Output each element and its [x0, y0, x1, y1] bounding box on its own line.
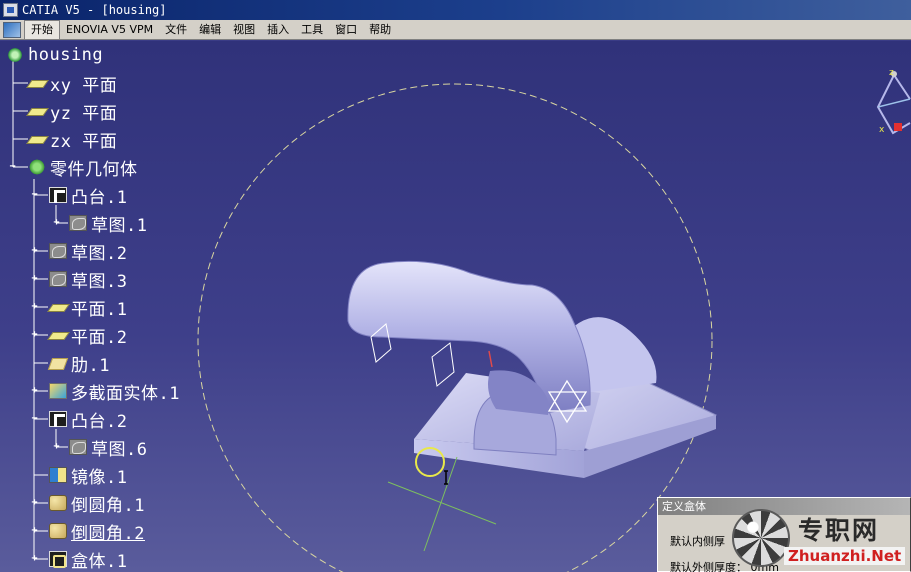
tree-item-label: yz 平面	[50, 103, 118, 124]
tree-expand-sketch-2[interactable]: +	[30, 246, 39, 256]
tree-item-plane-2[interactable]: 平面.2	[49, 324, 128, 348]
tree-collapse-pad-1[interactable]: −	[30, 190, 39, 200]
tree-item-sketch-2[interactable]: 草图.2	[49, 240, 128, 264]
tree-item-xy-plane[interactable]: xy 平面	[28, 72, 118, 96]
sketch-icon	[49, 243, 67, 259]
tree-item-label: 草图.2	[71, 243, 128, 264]
tree-item-label: 倒圆角.1	[71, 495, 145, 516]
tree-item-label: 草图.1	[91, 215, 148, 236]
tree-item-fillet-2[interactable]: 倒圆角.2	[49, 520, 145, 544]
menu-start[interactable]: 开始	[24, 19, 60, 40]
tree-item-label: 零件几何体	[50, 159, 138, 180]
tree-item-plane-1[interactable]: 平面.1	[49, 296, 128, 320]
tree-item-label: 草图.3	[71, 271, 128, 292]
tree-expand-fillet-2[interactable]: +	[30, 526, 39, 536]
origin-cross	[387, 456, 497, 552]
tree-item-label: 肋.1	[71, 355, 110, 376]
tree-item-sketch-6[interactable]: 草图.6	[69, 436, 148, 460]
rib-icon	[49, 355, 67, 371]
tree-root-housing[interactable]: housing	[6, 44, 103, 66]
catia-app-icon	[3, 3, 18, 17]
tree-item-label: xy 平面	[50, 75, 118, 96]
plane-icon	[49, 299, 67, 315]
fillet-icon	[49, 523, 67, 539]
menu-window[interactable]: 窗口	[329, 21, 363, 39]
multi-section-solid-icon	[49, 383, 67, 399]
3d-viewport[interactable]: z x housing xy 平面 yz 平面 zx 平面 − 零件几何体 − …	[0, 41, 911, 572]
menu-help[interactable]: 帮助	[363, 21, 397, 39]
specification-tree: housing xy 平面 yz 平面 zx 平面 − 零件几何体 − 凸台.1…	[0, 41, 230, 572]
tree-expand-sketch-1[interactable]: +	[52, 218, 61, 228]
fillet-icon	[49, 495, 67, 511]
tree-item-label: 平面.1	[71, 299, 128, 320]
window-titlebar[interactable]: CATIA V5 - [housing]	[0, 0, 911, 20]
tree-item-label: 倒圆角.2	[71, 523, 145, 544]
tree-item-pad-2[interactable]: 凸台.2	[49, 408, 128, 432]
tree-item-sketch-3[interactable]: 草图.3	[49, 268, 128, 292]
compass-x-label: x	[879, 125, 885, 135]
pad-icon	[49, 187, 67, 203]
plane-icon	[49, 327, 67, 343]
tree-item-label: 草图.6	[91, 439, 148, 460]
document-menu-icon[interactable]	[3, 21, 21, 38]
menu-file[interactable]: 文件	[159, 21, 193, 39]
tree-item-yz-plane[interactable]: yz 平面	[28, 100, 118, 124]
tree-expand-sketch-3[interactable]: +	[30, 274, 39, 284]
tree-item-label: zx 平面	[50, 131, 118, 152]
tree-root-label: housing	[28, 45, 104, 65]
watermark-text-cn: 专职网	[798, 516, 880, 545]
tree-item-label: 盒体.1	[71, 551, 128, 572]
compass-icon[interactable]	[876, 71, 911, 135]
tree-item-label: 凸台.1	[71, 187, 128, 208]
tree-item-mirror-1[interactable]: 镜像.1	[49, 464, 128, 488]
mouse-cursor-icon	[444, 470, 448, 485]
pad-icon	[49, 411, 67, 427]
menu-view[interactable]: 视图	[227, 21, 261, 39]
shell-icon	[49, 551, 67, 568]
tree-item-pad-1[interactable]: 凸台.1	[49, 184, 128, 208]
menu-tools[interactable]: 工具	[295, 21, 329, 39]
compass-z-label: z	[889, 68, 894, 78]
tree-expand-shell-1[interactable]: +	[30, 554, 39, 564]
tree-collapse-part-body[interactable]: −	[8, 162, 17, 172]
tree-item-fillet-1[interactable]: 倒圆角.1	[49, 492, 145, 516]
tree-expand-fillet-1[interactable]: +	[30, 498, 39, 508]
menu-edit[interactable]: 编辑	[193, 21, 227, 39]
red-sketch-marker	[488, 350, 493, 368]
part-root-icon	[6, 47, 24, 63]
tree-item-multi-section-solid-1[interactable]: 多截面实体.1	[49, 380, 180, 404]
sketch-icon	[49, 271, 67, 287]
tree-item-label: 多截面实体.1	[71, 383, 180, 404]
plane-icon	[28, 103, 46, 119]
plane-icon	[28, 75, 46, 91]
window-title: CATIA V5 - [housing]	[22, 3, 167, 17]
tree-item-part-body[interactable]: 零件几何体	[28, 156, 138, 180]
tree-item-label: 平面.2	[71, 327, 128, 348]
tree-item-shell-1[interactable]: 盒体.1	[49, 548, 128, 572]
datum-plane-2	[431, 342, 455, 387]
tree-item-zx-plane[interactable]: zx 平面	[28, 128, 118, 152]
mirror-icon	[49, 467, 67, 483]
menu-enovia[interactable]: ENOVIA V5 VPM	[60, 21, 159, 39]
soccer-ball-logo-icon	[732, 509, 790, 567]
tree-item-rib-1[interactable]: 肋.1	[49, 352, 110, 376]
watermark-text-en: Zhuanzhi.Net	[784, 547, 906, 565]
sketch-icon	[69, 215, 87, 231]
tree-item-sketch-1[interactable]: 草图.1	[69, 212, 148, 236]
tree-item-label: 凸台.2	[71, 411, 128, 432]
tree-expand-plane-2[interactable]: +	[30, 330, 39, 340]
menu-bar: 开始 ENOVIA V5 VPM 文件 编辑 视图 插入 工具 窗口 帮助	[0, 19, 911, 40]
default-inner-thickness-label: 默认内侧厚	[670, 535, 725, 548]
watermark-logo: 专职网 Zhuanzhi.Net	[732, 507, 911, 572]
plane-icon	[28, 131, 46, 147]
part-body-icon	[28, 159, 46, 175]
tree-item-label: 镜像.1	[71, 467, 128, 488]
tree-expand-plane-1[interactable]: +	[30, 302, 39, 312]
tree-collapse-pad-2[interactable]: −	[30, 414, 39, 424]
tree-expand-sketch-6[interactable]: +	[52, 442, 61, 452]
sketch-icon	[69, 439, 87, 455]
menu-insert[interactable]: 插入	[261, 21, 295, 39]
tree-expand-multi-section-solid-1[interactable]: +	[30, 386, 39, 396]
